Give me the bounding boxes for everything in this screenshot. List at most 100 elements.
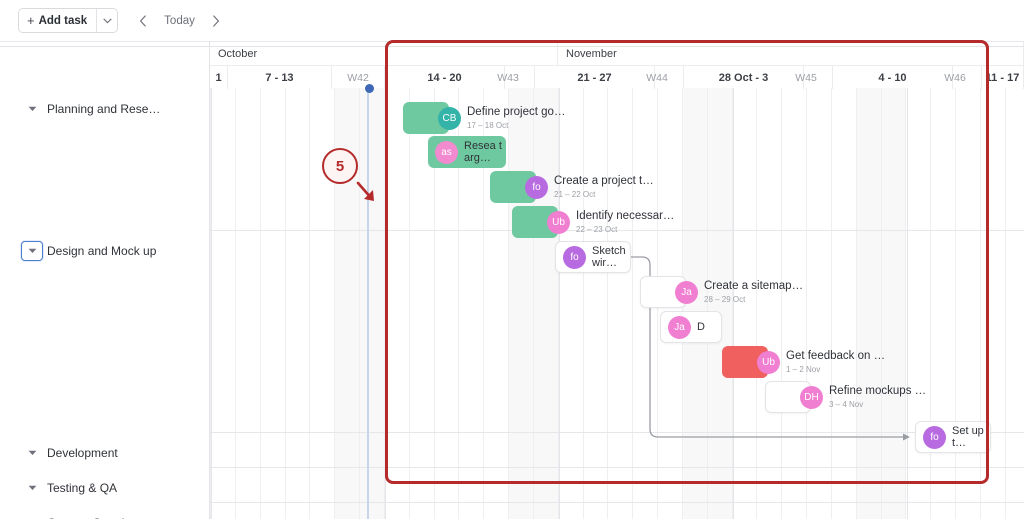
task-dates: 3 – 4 Nov	[829, 399, 864, 409]
task-bar-body[interactable]: Ja D	[660, 311, 722, 343]
task-bar[interactable]: Ub Identify necessar… 22 – 23 Oct	[512, 206, 674, 238]
sidebar-group-row[interactable]: Planning and Rese…	[0, 88, 210, 230]
date-navigation: Today	[132, 10, 227, 32]
task-bar[interactable]: Ja Create a sitemap… 28 – 29 Oct	[640, 276, 803, 308]
task-dates: 21 – 22 Oct	[554, 189, 596, 199]
group-label: Design and Mock up	[47, 244, 157, 258]
timeline-header-corner	[0, 42, 210, 89]
day-column	[807, 88, 832, 519]
next-period-button[interactable]	[205, 10, 227, 32]
previous-period-button[interactable]	[132, 10, 154, 32]
caret-down-icon	[28, 450, 36, 455]
group-label: Planning and Rese…	[47, 102, 161, 116]
day-column	[509, 88, 534, 519]
caret-down-icon	[28, 248, 36, 253]
task-bar-body[interactable]: fo Set up t…	[915, 421, 991, 453]
add-task-dropdown-button[interactable]	[96, 9, 118, 32]
task-bar-body[interactable]: fo Sketch wir…	[555, 241, 631, 273]
day-column	[286, 88, 311, 519]
task-label: Identify necessar… 22 – 23 Oct	[576, 210, 674, 235]
day-column	[584, 88, 609, 519]
group-collapse-toggle[interactable]	[21, 241, 43, 261]
group-collapse-toggle[interactable]	[21, 513, 43, 519]
task-bar[interactable]: DH Refine mockups … 3 – 4 Nov	[765, 381, 926, 413]
day-column	[559, 88, 584, 519]
task-bar[interactable]: Ub Get feedback on … 1 – 2 Nov	[722, 346, 885, 378]
week-number-W42: W42	[332, 66, 385, 89]
task-label: Create a sitemap… 28 – 29 Oct	[704, 280, 803, 305]
task-label: Define project go… 17 – 18 Oct	[467, 106, 565, 131]
week-separator	[906, 88, 908, 519]
task-bar[interactable]: fo Create a project t… 21 – 22 Oct	[490, 171, 654, 203]
day-column	[856, 88, 882, 519]
task-label: D	[697, 321, 705, 333]
sidebar-group-row[interactable]: Testing & QA	[0, 467, 210, 502]
task-bar[interactable]: as Resea targ…	[428, 136, 506, 168]
week-separator	[558, 88, 560, 519]
task-label: Resea targ…	[464, 140, 506, 164]
task-label: Refine mockups … 3 – 4 Nov	[829, 385, 926, 410]
today-button[interactable]: Today	[156, 15, 203, 27]
week-separator	[211, 88, 213, 519]
task-bar[interactable]: CB Define project go… 17 – 18 Oct	[403, 102, 565, 134]
day-column	[385, 88, 410, 519]
task-label: Sketch wir…	[592, 245, 630, 269]
day-column	[881, 88, 907, 519]
week-header-row: 17 - 13 W42 14 - 20 W43 21 - 27 W44 28 Oct - 3…	[210, 65, 1024, 89]
group-label: Content Creation	[47, 513, 138, 519]
avatar[interactable]: DH	[800, 385, 823, 409]
day-column	[261, 88, 286, 519]
day-column	[211, 88, 236, 519]
task-name: Identify necessar…	[576, 209, 675, 222]
sidebar-group-row[interactable]: Content Creation	[0, 502, 210, 519]
week-separator	[385, 88, 386, 519]
task-name: Define project go…	[467, 105, 566, 118]
gantt-body: CB Define project go… 17 – 18 Oct as Resea t…	[0, 88, 1024, 519]
task-dates: 28 – 29 Oct	[704, 294, 746, 304]
avatar[interactable]: Ja	[675, 280, 698, 304]
day-column	[907, 88, 932, 519]
avatar[interactable]: Ub	[757, 350, 780, 374]
sidebar-group-row[interactable]: Design and Mock up	[0, 230, 210, 432]
group-collapse-toggle[interactable]	[21, 443, 43, 463]
add-task-button[interactable]: + Add task	[19, 9, 97, 32]
task-label: Set up t…	[952, 425, 990, 449]
avatar[interactable]: Ub	[547, 210, 570, 234]
task-group-sidebar: Planning and Rese… Design and Mock up Deve…	[0, 88, 210, 519]
day-column	[956, 88, 981, 519]
task-bar[interactable]: fo Sketch wir…	[555, 241, 631, 273]
group-collapse-toggle[interactable]	[21, 478, 43, 498]
avatar[interactable]: Ja	[668, 315, 691, 339]
avatar[interactable]: fo	[923, 425, 946, 449]
week-number-W46: W46	[929, 66, 982, 89]
add-task-label: Add task	[38, 14, 88, 27]
add-task-group: + Add task	[18, 8, 119, 33]
group-label: Development	[47, 446, 118, 460]
plus-icon: +	[27, 13, 35, 28]
today-dot-marker	[365, 84, 374, 93]
header-divider	[0, 46, 1024, 47]
task-bar[interactable]: Ja D	[660, 311, 722, 343]
avatar[interactable]: CB	[438, 106, 461, 130]
task-bar[interactable]: fo Set up t…	[915, 421, 991, 453]
task-label: Create a project t… 21 – 22 Oct	[554, 175, 654, 200]
day-column	[534, 88, 559, 519]
sidebar-group-row[interactable]: Development	[0, 432, 210, 467]
avatar[interactable]: fo	[563, 245, 586, 269]
group-collapse-toggle[interactable]	[21, 99, 43, 119]
task-name: Refine mockups …	[829, 384, 927, 397]
gantt-chart-app: + Add task Today October November 17 - 13…	[0, 0, 1024, 519]
avatar[interactable]: fo	[525, 175, 548, 199]
toolbar: + Add task Today	[0, 0, 1024, 41]
task-name: Resea targ…	[464, 140, 502, 164]
day-column	[931, 88, 957, 519]
annotation-step-number: 5	[322, 148, 358, 184]
week-range-6: 11 - 17	[982, 66, 1024, 89]
week-number-W44: W44	[631, 66, 684, 89]
week-number-W43: W43	[482, 66, 535, 89]
timeline-header: October November 17 - 13 W42 14 - 20 W43 21 -…	[0, 41, 1024, 89]
annotation-number-text: 5	[335, 157, 345, 175]
week-range-1: 7 - 13	[228, 66, 332, 89]
avatar[interactable]: as	[435, 140, 458, 164]
task-bar-body[interactable]: as Resea targ…	[428, 136, 506, 168]
